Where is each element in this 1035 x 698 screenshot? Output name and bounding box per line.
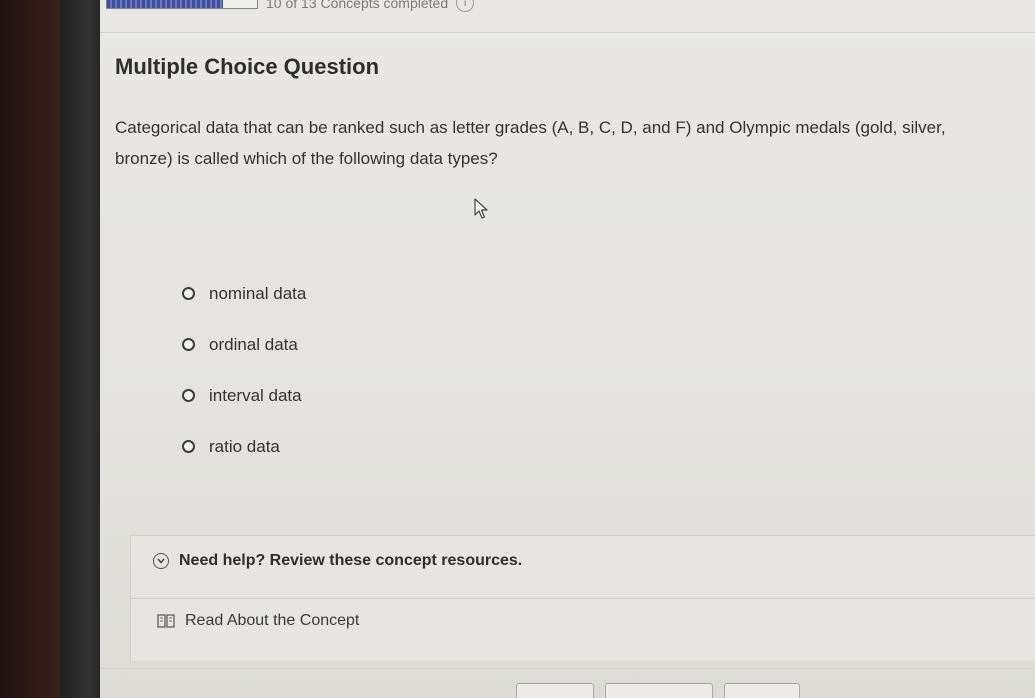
radio-button[interactable] xyxy=(182,440,195,453)
chevron-down-icon[interactable] xyxy=(153,553,169,569)
question-text: Categorical data that can be ranked such… xyxy=(115,118,946,168)
progress-bar xyxy=(106,0,258,9)
progress-label: 10 of 13 Concepts completed xyxy=(266,0,449,11)
option-ordinal[interactable]: ordinal data xyxy=(182,319,306,370)
option-label: ratio data xyxy=(209,436,280,456)
progress-bar-fill xyxy=(107,0,223,8)
option-interval[interactable]: interval data xyxy=(182,370,306,421)
resource-link-label: Read About the Concept xyxy=(185,612,360,629)
confidence-button[interactable] xyxy=(516,683,594,698)
option-label: nominal data xyxy=(209,283,307,303)
help-toggle[interactable]: Need help? Review these concept resource… xyxy=(153,552,522,570)
confidence-button[interactable] xyxy=(724,683,800,698)
option-ratio[interactable]: ratio data xyxy=(182,421,306,472)
confidence-button[interactable] xyxy=(605,683,713,698)
option-label: ordinal data xyxy=(209,334,298,354)
radio-button[interactable] xyxy=(182,389,195,402)
app-screen: 10 of 13 Concepts completed i Multiple C… xyxy=(100,0,1035,698)
option-label: interval data xyxy=(209,385,302,405)
info-icon[interactable]: i xyxy=(456,0,475,12)
radio-button[interactable] xyxy=(182,338,195,351)
header-divider xyxy=(100,32,1035,33)
help-panel: Need help? Review these concept resource… xyxy=(130,535,1035,661)
answer-options: nominal data ordinal data interval data … xyxy=(182,268,306,472)
book-icon xyxy=(157,614,175,628)
progress-header: 10 of 13 Concepts completed i xyxy=(106,0,475,12)
help-divider xyxy=(131,598,1035,599)
question-heading: Multiple Choice Question xyxy=(115,54,380,79)
radio-button[interactable] xyxy=(182,287,195,300)
read-concept-link[interactable]: Read About the Concept xyxy=(157,612,359,630)
help-header-label: Need help? Review these concept resource… xyxy=(179,552,523,569)
option-nominal[interactable]: nominal data xyxy=(182,268,306,319)
mouse-pointer-icon xyxy=(474,198,488,219)
